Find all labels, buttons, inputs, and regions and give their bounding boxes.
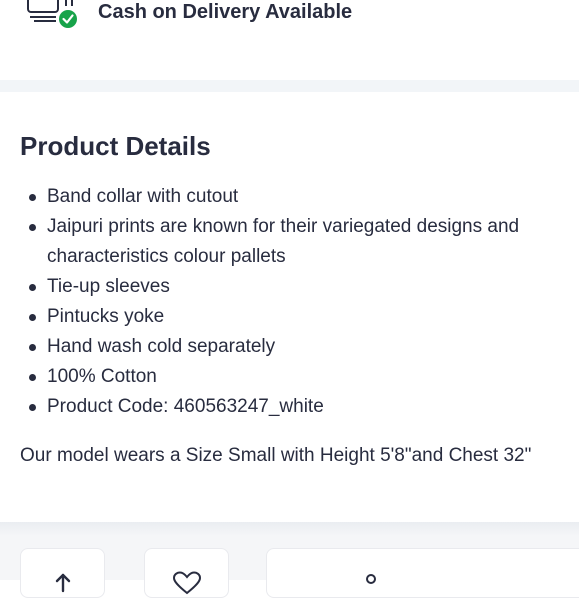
bag-icon: [366, 574, 376, 584]
heart-icon: [172, 571, 202, 595]
add-to-bag-button[interactable]: [266, 548, 579, 598]
share-button[interactable]: [20, 548, 105, 598]
detail-item: Product Code: 460563247_white: [0, 392, 579, 422]
model-size-note: Our model wears a Size Small with Height…: [20, 445, 532, 466]
detail-item: Tie-up sleeves: [0, 272, 579, 302]
cod-row: Cash on Delivery Available: [0, 0, 579, 80]
cod-label: Cash on Delivery Available: [98, 1, 353, 23]
bottom-action-bar: [0, 536, 579, 598]
detail-item: 100% Cotton: [0, 362, 579, 392]
detail-item: Hand wash cold separately: [0, 332, 579, 362]
wishlist-button[interactable]: [144, 548, 229, 598]
bottom-divider: [0, 522, 579, 536]
product-details-section: Product Details Band collar with cutout …: [0, 92, 579, 522]
product-details-title: Product Details: [20, 131, 211, 161]
detail-item: Jaipuri prints are known for their varie…: [0, 212, 579, 272]
detail-item: Pintucks yoke: [0, 302, 579, 332]
cash-check-icon: [26, 0, 78, 30]
product-details-list: Band collar with cutout Jaipuri prints a…: [0, 182, 579, 422]
section-divider: [0, 80, 579, 92]
detail-item: Band collar with cutout: [0, 182, 579, 212]
share-icon: [55, 573, 71, 593]
